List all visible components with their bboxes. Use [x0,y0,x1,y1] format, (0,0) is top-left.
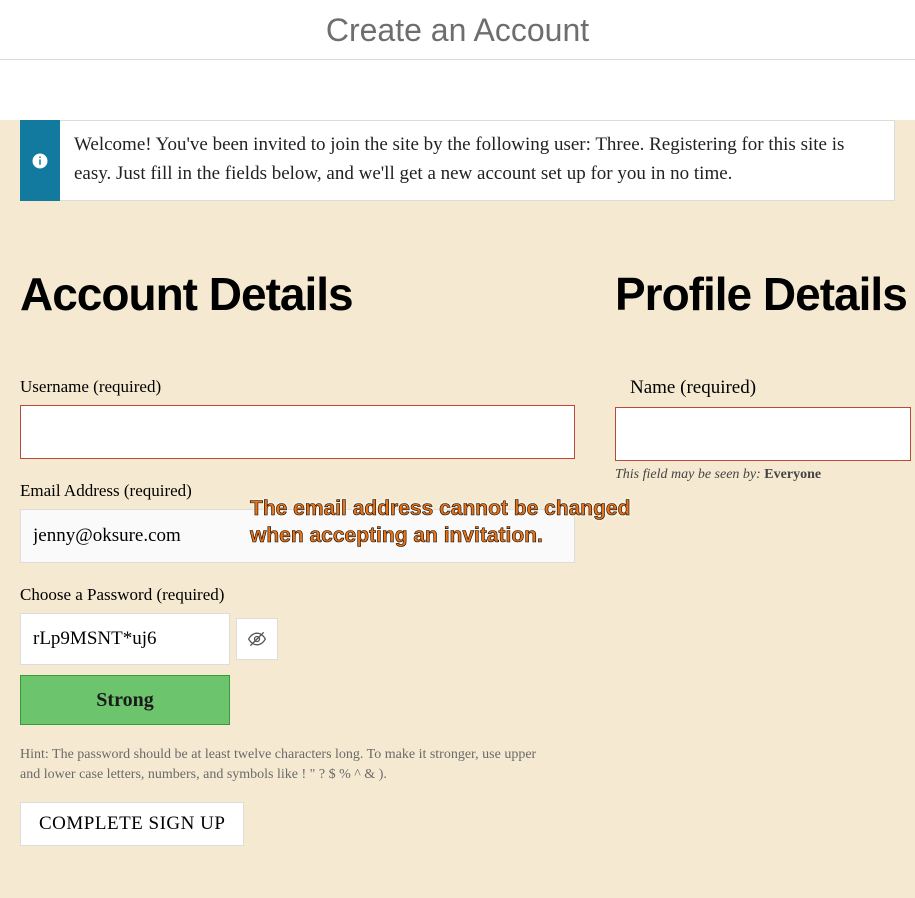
annotation-line2: when accepting an invitation. [250,522,630,549]
password-label: Choose a Password (required) [20,585,575,605]
page-title: Create an Account [0,0,915,60]
password-hint: Hint: The password should be at least tw… [20,745,556,784]
username-input[interactable] [20,405,575,459]
password-input[interactable] [20,613,230,665]
name-label: Name (required) [630,377,911,399]
annotation-overlay: The email address cannot be changed when… [250,495,630,550]
profile-details-heading: Profile Details [615,271,911,317]
visibility-note: This field may be seen by: Everyone [615,467,911,483]
name-input[interactable] [615,407,911,461]
complete-signup-button[interactable]: COMPLETE SIGN UP [20,802,244,846]
welcome-info-text: Welcome! You've been invited to join the… [60,120,895,201]
annotation-line1: The email address cannot be changed [250,495,630,522]
password-visibility-toggle[interactable] [236,618,278,660]
account-details-heading: Account Details [20,271,575,317]
welcome-info-box: Welcome! You've been invited to join the… [20,120,895,201]
info-icon [20,120,60,201]
visibility-prefix: This field may be seen by: [615,467,764,482]
visibility-value: Everyone [764,467,821,482]
username-label: Username (required) [20,377,575,397]
password-strength-indicator: Strong [20,675,230,725]
eye-slash-icon [247,629,267,649]
